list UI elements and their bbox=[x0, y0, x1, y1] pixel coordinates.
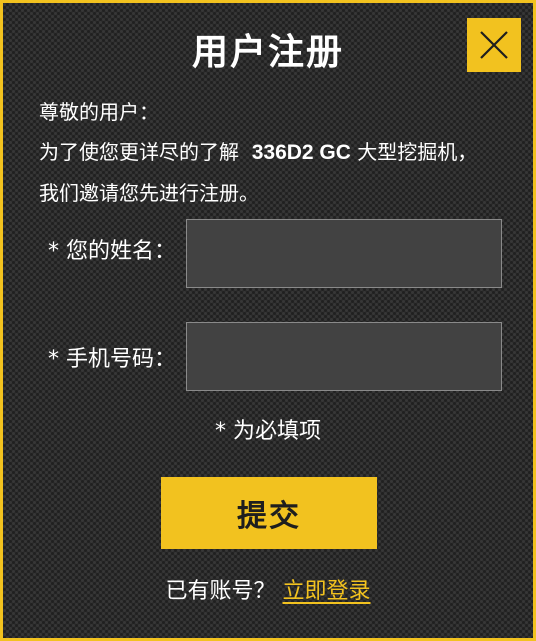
required-note: * 为必填项 bbox=[215, 419, 321, 444]
phone-label: * 手机号码： bbox=[48, 347, 176, 372]
intro-text: 尊敬的用户： 为了使您更详尽的了解 336D2 GC 大型挖掘机， 我们邀请您先… bbox=[39, 92, 536, 213]
intro-line-3: 我们邀请您先进行注册。 bbox=[39, 181, 259, 205]
register-dialog: 用户注册 尊敬的用户： 为了使您更详尽的了解 336D2 GC 大型挖掘机， 我… bbox=[0, 0, 536, 641]
phone-input[interactable] bbox=[186, 322, 502, 391]
login-link[interactable]: 立即登录 bbox=[283, 579, 371, 604]
intro-greeting: 尊敬的用户： bbox=[39, 100, 159, 124]
dialog-title: 用户注册 bbox=[191, 32, 344, 73]
intro-line-2-suffix: 大型挖掘机， bbox=[357, 140, 478, 164]
intro-line-2-prefix: 为了使您更详尽的了解 bbox=[39, 140, 239, 164]
intro-line-2: 为了使您更详尽的了解 336D2 GC 大型挖掘机， bbox=[39, 132, 536, 173]
submit-button[interactable]: 提交 bbox=[161, 477, 377, 549]
login-prompt: 已有账号？ 立即登录 bbox=[3, 577, 533, 607]
model-name: 336D2 GC bbox=[251, 141, 351, 164]
name-input[interactable] bbox=[186, 219, 502, 288]
has-account-text: 已有账号？ bbox=[165, 579, 276, 604]
name-label: * 您的姓名： bbox=[48, 239, 176, 264]
close-icon bbox=[467, 18, 521, 72]
close-button[interactable] bbox=[467, 18, 521, 72]
